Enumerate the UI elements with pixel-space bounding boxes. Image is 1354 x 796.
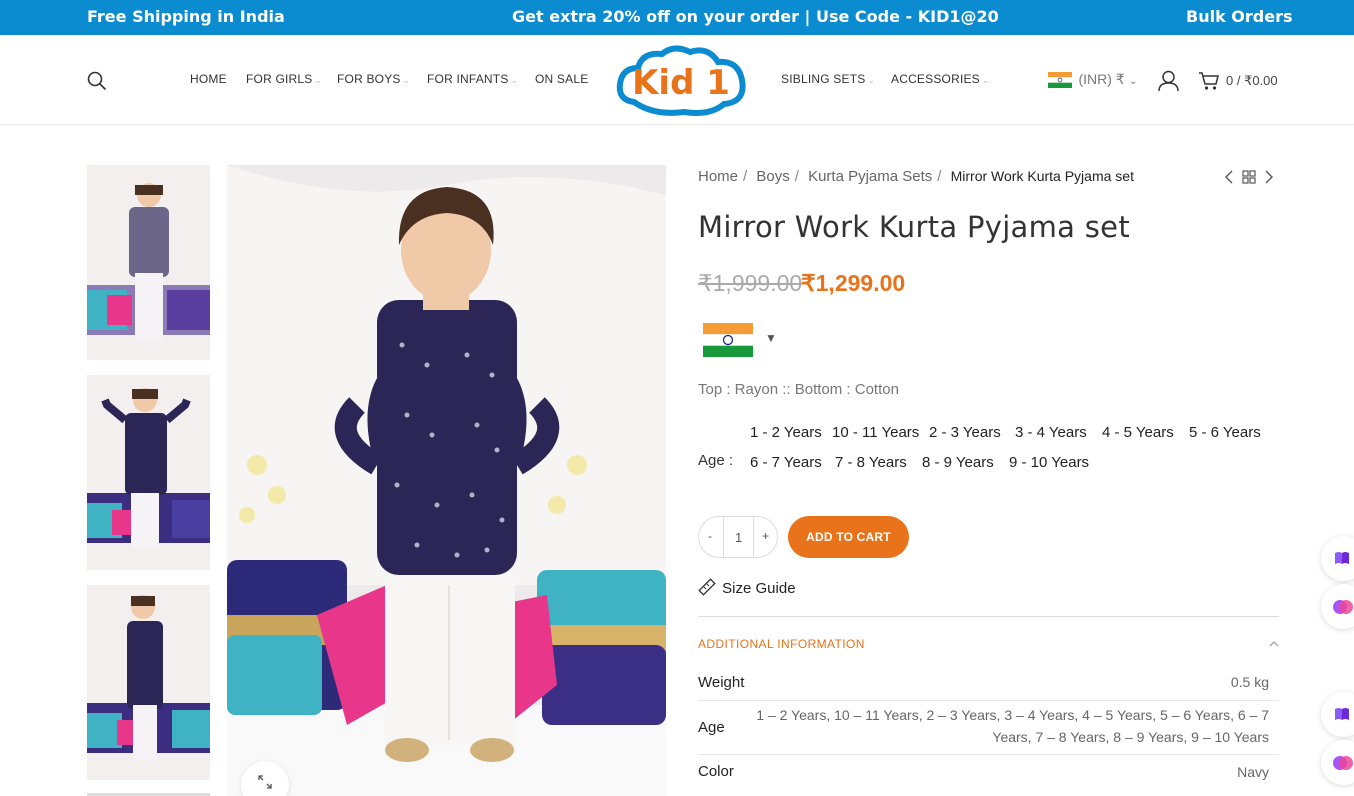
quantity-stepper: - 1 + (698, 516, 778, 558)
thumbnail-image (87, 585, 210, 780)
divider (698, 700, 1279, 701)
side-widget-brain[interactable] (1321, 740, 1354, 785)
logo-cloud-graphic: Kid 1 (616, 45, 746, 116)
color-value: Navy (1237, 764, 1269, 780)
age-option[interactable]: 10 - 11 Years (832, 424, 919, 441)
breadcrumb-current: Mirror Work Kurta Pyjama set (950, 168, 1134, 184)
age-attr-value-line-2: Years, 7 – 8 Years, 8 – 9 Years, 9 – 10 … (992, 729, 1269, 745)
sale-price: ₹1,299.00 (801, 270, 906, 296)
thumbnail-image (87, 165, 210, 360)
weight-label: Weight (698, 674, 745, 691)
currency-label: (INR) ₹ (1078, 71, 1125, 88)
breadcrumb: Home / Boys / Kurta Pyjama Sets / Mirror Wo… (698, 168, 1134, 185)
age-attr-value-line-1: 1 – 2 Years, 10 – 11 Years, 2 – 3 Years,… (756, 707, 1269, 723)
india-flag-icon (703, 323, 753, 357)
age-option[interactable]: 4 - 5 Years (1102, 424, 1174, 441)
divider (698, 616, 1279, 617)
age-label: Age : (698, 452, 734, 469)
chevron-down-icon: ⌄ (1129, 76, 1138, 87)
product-main-image[interactable] (227, 165, 666, 796)
divider (698, 754, 1279, 755)
add-to-cart-button[interactable]: ADD TO CART (788, 516, 909, 558)
side-widget-brain[interactable] (1321, 584, 1354, 629)
additional-info-toggle[interactable]: ADDITIONAL INFORMATION (698, 637, 865, 651)
age-option[interactable]: 2 - 3 Years (929, 424, 1001, 441)
material-text: Top : Rayon :: Bottom : Cotton (698, 381, 899, 398)
book-icon (1335, 552, 1349, 564)
currency-switcher[interactable]: (INR) ₹ ⌄ (1048, 71, 1138, 89)
chevron-down-icon: ⌄ (402, 75, 411, 85)
user-icon[interactable] (1158, 70, 1179, 92)
chevron-down-icon: ⌄ (867, 75, 876, 85)
chevron-down-icon: ⌄ (510, 75, 519, 85)
quantity-increase-button[interactable]: + (762, 529, 769, 543)
age-option[interactable]: 1 - 2 Years (750, 424, 822, 441)
search-icon[interactable] (87, 71, 107, 91)
chevron-left-icon[interactable] (1224, 170, 1234, 184)
age-option[interactable]: 3 - 4 Years (1015, 424, 1087, 441)
nav-accessories[interactable]: ACCESSORIES ⌄ (891, 72, 990, 86)
product-thumbnail-3[interactable] (87, 585, 210, 780)
nav-on-sale[interactable]: ON SALE (535, 72, 588, 86)
book-icon (1335, 708, 1349, 720)
country-selector[interactable]: ▼ (703, 323, 777, 362)
logo-text: Kid 1 (632, 63, 730, 103)
chevron-down-icon: ⌄ (981, 75, 990, 85)
nav-for-infants[interactable]: FOR INFANTS ⌄ (427, 72, 518, 86)
chevron-right-icon[interactable] (1264, 170, 1274, 184)
cart-total[interactable]: 0 / ₹0.00 (1226, 73, 1278, 89)
weight-value: 0.5 kg (1230, 674, 1269, 690)
product-title: Mirror Work Kurta Pyjama set (698, 210, 1130, 244)
age-option[interactable]: 8 - 9 Years (922, 454, 994, 471)
breadcrumb-kurta-pyjama-sets[interactable]: Kurta Pyjama Sets (808, 168, 932, 185)
side-widget-book[interactable] (1321, 692, 1354, 737)
age-option[interactable]: 9 - 10 Years (1009, 454, 1089, 471)
original-price: ₹1,999.00 (698, 270, 803, 296)
grid-icon[interactable] (1242, 170, 1256, 184)
nav-sibling-sets[interactable]: SIBLING SETS ⌄ (781, 72, 875, 86)
main-image-graphic (227, 165, 666, 796)
breadcrumb-boys[interactable]: Boys (756, 168, 789, 185)
nav-home[interactable]: HOME (190, 72, 227, 86)
thumbnail-image (87, 375, 210, 570)
color-label: Color (698, 763, 734, 780)
quantity-input[interactable]: 1 (735, 530, 742, 545)
breadcrumb-home[interactable]: Home (698, 168, 738, 185)
india-flag-icon (1048, 71, 1072, 88)
promo-code-text: Get extra 20% off on your order | Use Co… (512, 7, 999, 26)
chevron-down-icon: ⌄ (314, 75, 323, 85)
cart-icon[interactable] (1198, 71, 1220, 91)
nav-for-boys[interactable]: FOR BOYS ⌄ (337, 72, 410, 86)
dropdown-arrow-icon: ▼ (765, 331, 777, 345)
site-header: HOME FOR GIRLS ⌄ FOR BOYS ⌄ FOR INFANTS ⌄ O… (0, 35, 1354, 125)
brain-icon (1333, 600, 1353, 614)
bulk-orders-link[interactable]: Bulk Orders (1186, 7, 1293, 26)
nav-for-girls[interactable]: FOR GIRLS ⌄ (246, 72, 322, 86)
size-guide-link[interactable]: Size Guide (698, 578, 796, 597)
quantity-decrease-button[interactable]: - (708, 529, 712, 543)
chevron-up-icon[interactable] (1269, 640, 1279, 648)
product-thumbnail-2[interactable] (87, 375, 210, 570)
age-option[interactable]: 5 - 6 Years (1189, 424, 1261, 441)
expand-icon (258, 775, 272, 789)
brain-icon (1333, 756, 1353, 770)
kid1-logo[interactable]: Kid 1 (614, 44, 748, 116)
free-shipping-text: Free Shipping in India (87, 7, 285, 26)
product-thumbnail-1[interactable] (87, 165, 210, 360)
ruler-icon (698, 578, 716, 596)
age-attr-label: Age (698, 719, 725, 736)
announcement-bar: Free Shipping in India Get extra 20% off… (0, 0, 1354, 35)
age-option[interactable]: 7 - 8 Years (835, 454, 907, 471)
side-widget-book[interactable] (1321, 536, 1354, 581)
age-option[interactable]: 6 - 7 Years (750, 454, 822, 471)
